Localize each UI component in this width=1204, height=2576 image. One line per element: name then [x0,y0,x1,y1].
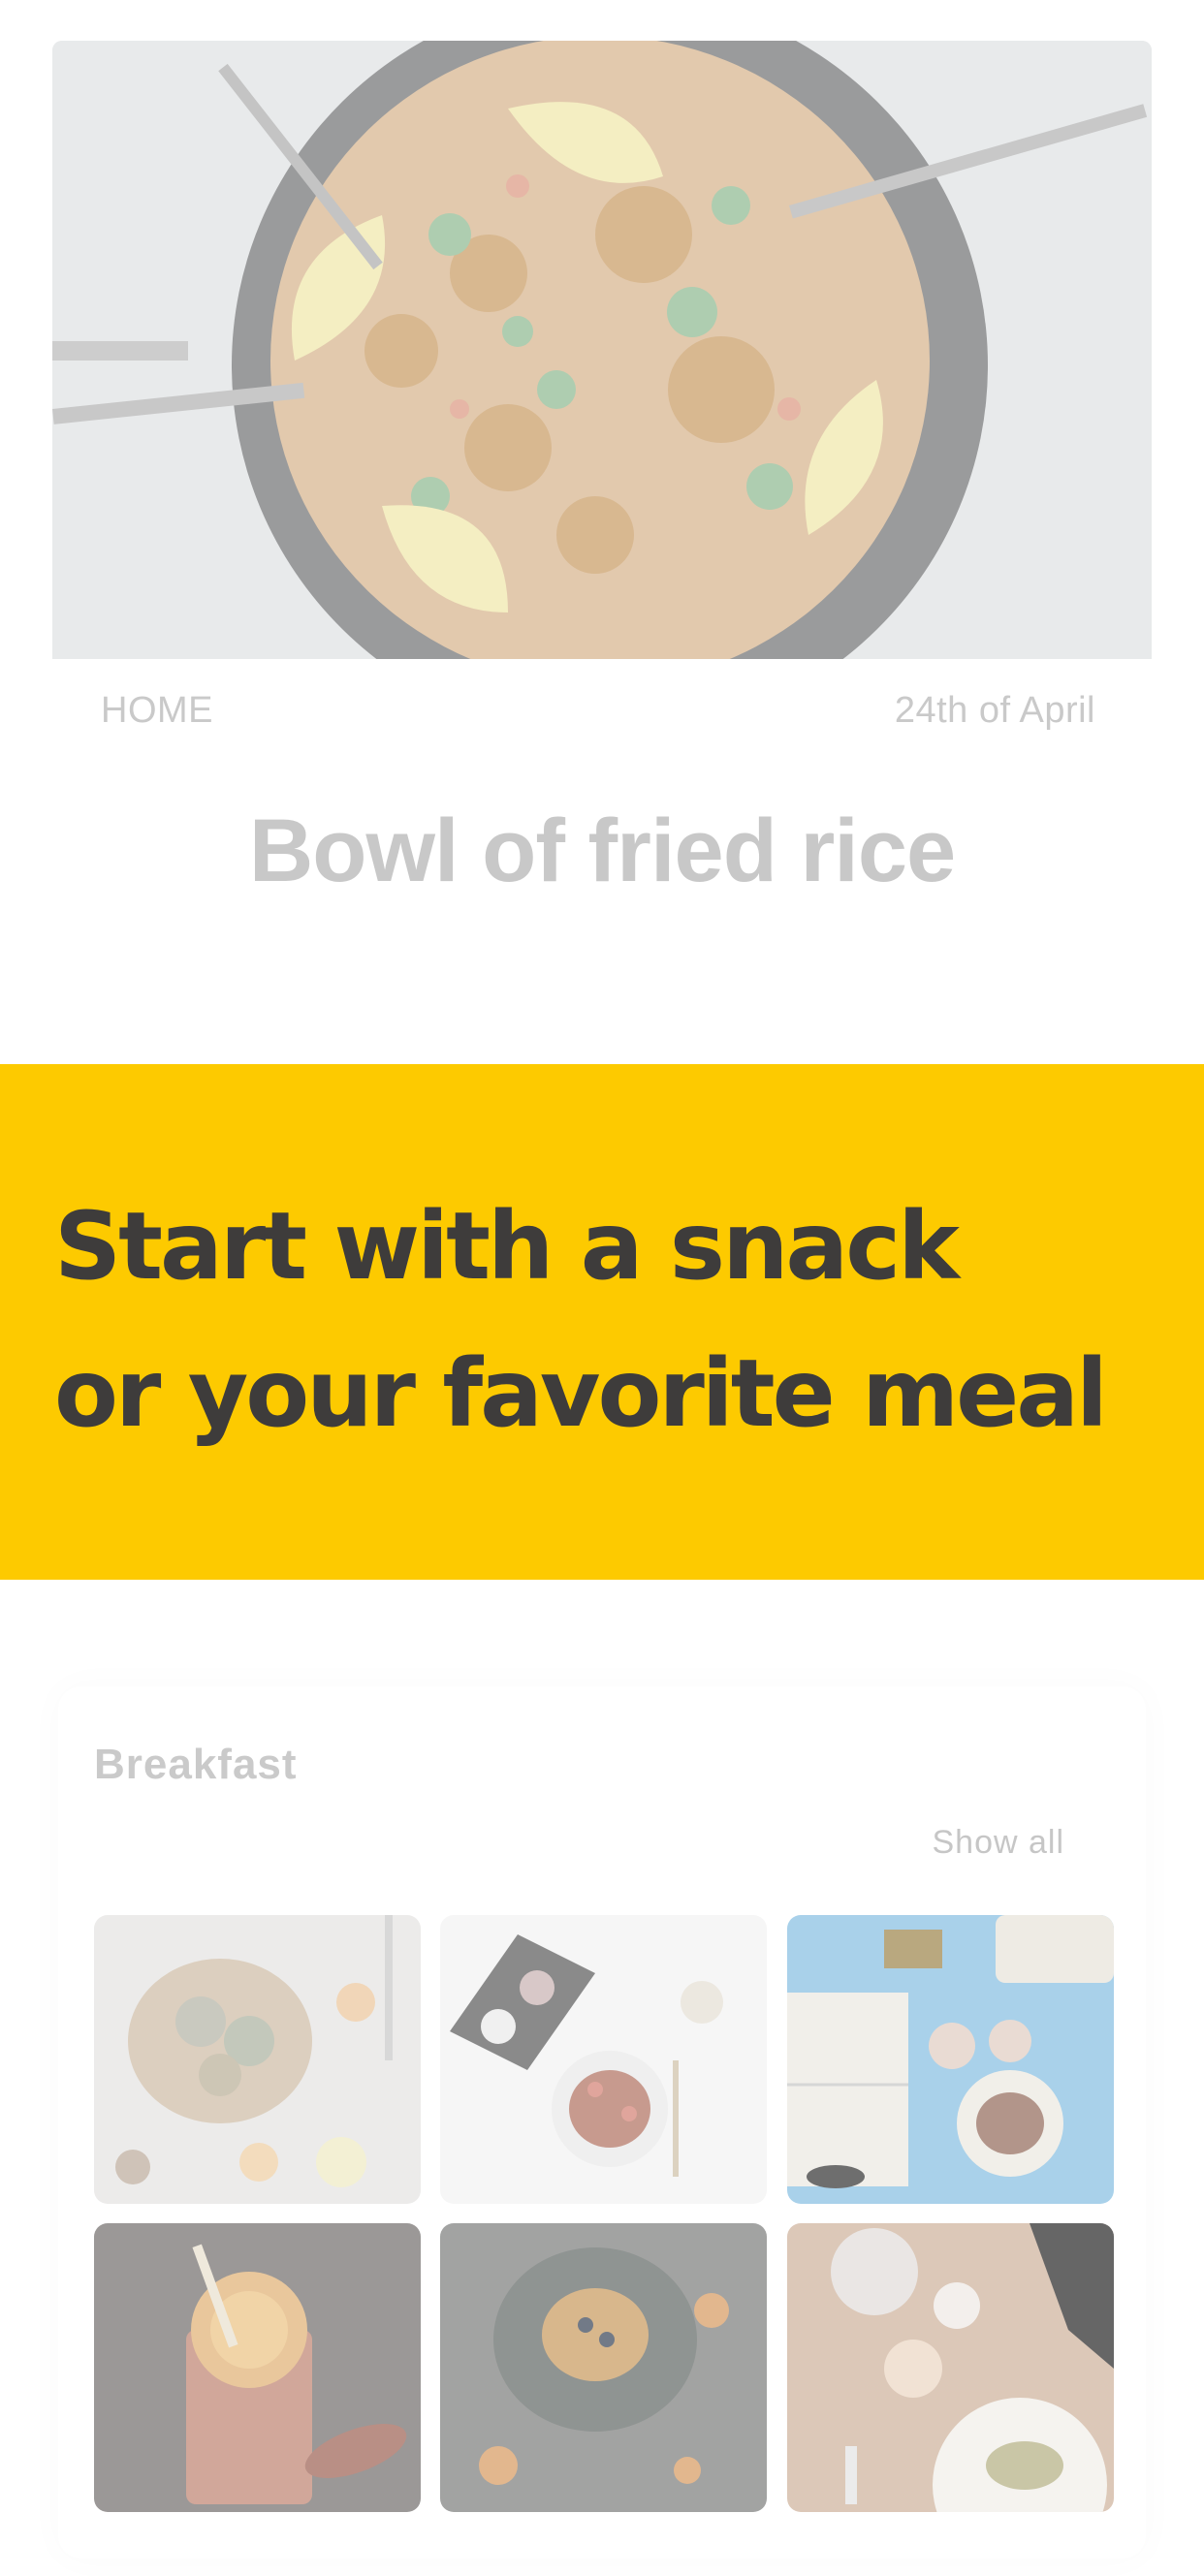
hero-category[interactable]: HOME [101,690,213,732]
breakfast-photo-5[interactable] [440,2223,767,2512]
banner-headline-line-1: Start with a snack [54,1192,960,1301]
breakfast-photo-2[interactable] [440,1915,767,2204]
breakfast-photo-3[interactable] [787,1915,1114,2204]
hero-image[interactable] [52,41,1152,659]
page: HOME 24th of April Bowl of fried rice St… [0,0,1204,2576]
breakfast-photo-4[interactable] [94,2223,421,2512]
breakfast-photo-1[interactable] [94,1915,421,2204]
hero-meta-row: HOME 24th of April [101,690,1095,732]
hero-date: 24th of April [894,690,1095,731]
promo-banner [0,1064,1204,1580]
banner-headline-line-2: or your favorite meal [54,1339,1108,1448]
hero-title[interactable]: Bowl of fried rice [0,801,1204,902]
section-title-breakfast: Breakfast [94,1741,298,1788]
breakfast-photo-6[interactable] [787,2223,1114,2512]
show-all-link[interactable]: Show all [932,1824,1064,1862]
